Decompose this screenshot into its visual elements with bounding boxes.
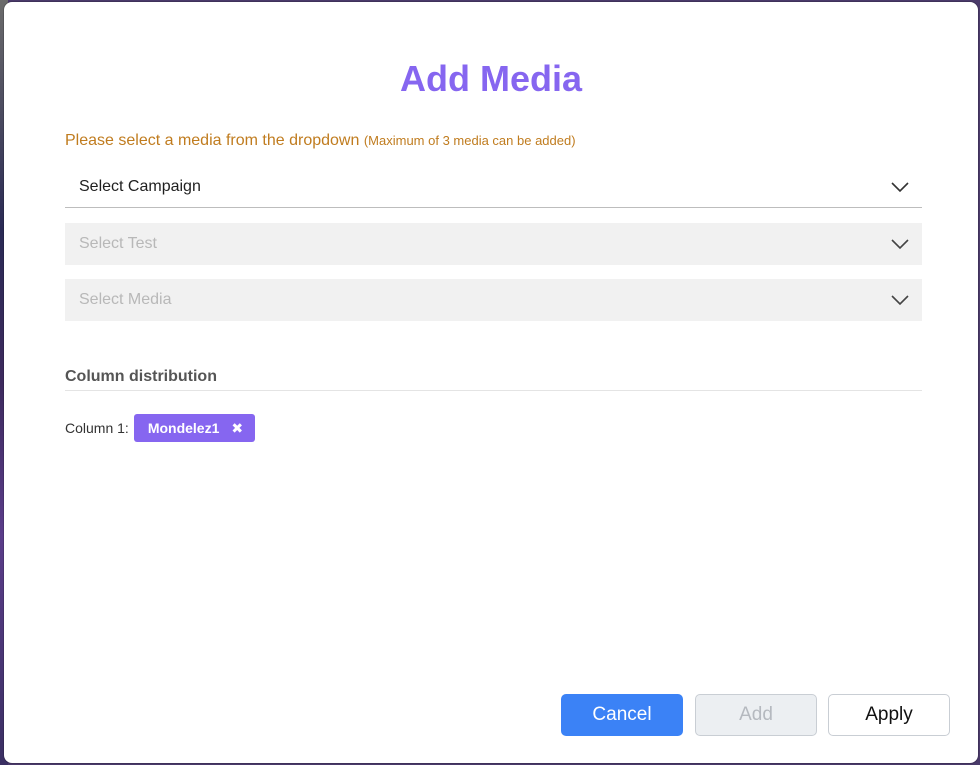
media-chip: Mondelez1 ✖ (133, 414, 256, 442)
column-1-row: Column 1: Mondelez1 ✖ (65, 414, 256, 442)
dialog-title: Add Media (399, 58, 582, 99)
column-1-label: Column 1: (65, 420, 129, 436)
select-test-dropdown[interactable]: Select Test (65, 223, 922, 265)
instruction-main: Please select a media from the dropdown (65, 132, 360, 149)
select-campaign-placeholder: Select Campaign (79, 177, 201, 195)
chevron-down-icon (890, 290, 910, 310)
add-media-dialog: Add Media Please select a media from the… (4, 2, 978, 763)
chevron-down-icon (890, 177, 910, 197)
select-test-placeholder: Select Test (79, 235, 157, 252)
chevron-down-icon (890, 234, 910, 254)
section-divider (65, 390, 922, 391)
select-media-dropdown[interactable]: Select Media (65, 279, 922, 321)
select-campaign-dropdown[interactable]: Select Campaign (65, 166, 922, 208)
close-icon[interactable]: ✖ (231, 421, 243, 435)
media-chip-label: Mondelez1 (147, 420, 220, 436)
cancel-button[interactable]: Cancel (561, 694, 683, 736)
select-media-placeholder: Select Media (79, 291, 172, 308)
apply-button[interactable]: Apply (828, 694, 950, 736)
instruction-text: Please select a media from the dropdown … (65, 130, 576, 152)
instruction-note: (Maximum of 3 media can be added) (363, 133, 576, 148)
add-button[interactable]: Add (695, 694, 817, 736)
column-distribution-title: Column distribution (65, 368, 217, 385)
